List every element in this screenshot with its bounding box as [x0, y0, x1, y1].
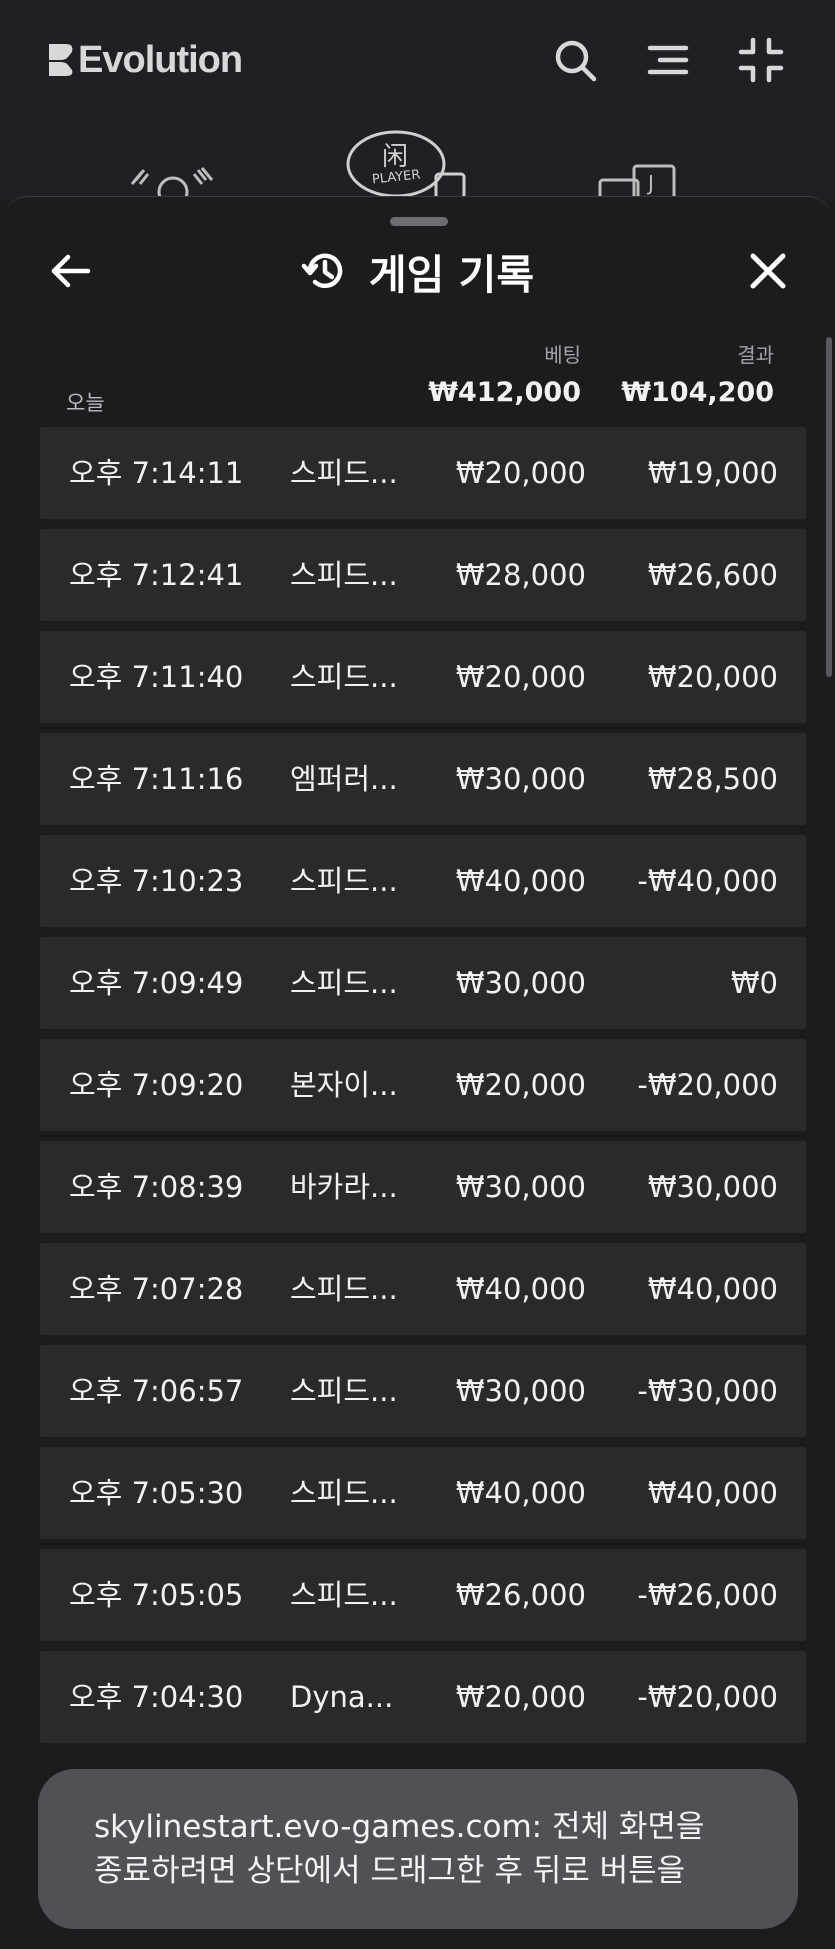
- date-group-label: 오늘: [66, 391, 105, 415]
- row-game: Dyna...: [290, 1680, 394, 1714]
- scrollbar[interactable]: [826, 337, 832, 677]
- row-bet: ₩30,000: [455, 1170, 586, 1204]
- row-time: 오후 7:09:20: [69, 1068, 244, 1102]
- menu-icon[interactable]: [644, 36, 692, 84]
- row-result: ₩30,000: [647, 1170, 778, 1204]
- history-icon: [301, 253, 343, 288]
- row-time: 오후 7:06:57: [69, 1374, 244, 1408]
- row-bet: ₩28,000: [455, 558, 586, 592]
- row-game: 스피드...: [290, 1374, 398, 1408]
- baccarat-player-icon: 闲 PLAYER: [346, 128, 468, 204]
- table-row[interactable]: 오후 7:09:20 본자이... ₩20,000 -₩20,000: [40, 1039, 806, 1131]
- row-game: 스피드...: [290, 1476, 398, 1510]
- table-row[interactable]: 오후 7:09:49 스피드... ₩30,000 ₩0: [40, 937, 806, 1029]
- row-game: 스피드...: [290, 1272, 398, 1306]
- row-result: -₩20,000: [637, 1680, 778, 1714]
- row-bet: ₩20,000: [455, 1680, 586, 1714]
- table-row[interactable]: 오후 7:12:41 스피드... ₩28,000 ₩26,600: [40, 529, 806, 621]
- svg-text:J: J: [646, 171, 654, 195]
- row-result: ₩26,600: [647, 558, 778, 592]
- close-icon[interactable]: [744, 247, 792, 295]
- row-bet: ₩40,000: [455, 864, 586, 898]
- row-time: 오후 7:09:49: [69, 966, 244, 1000]
- row-time: 오후 7:10:23: [69, 864, 244, 898]
- toast-line-1: skylinestart.evo-games.com: 전체 화면을: [94, 1809, 705, 1845]
- row-game: 스피드...: [290, 966, 398, 1000]
- table-row[interactable]: 오후 7:14:11 스피드... ₩20,000 ₩19,000: [40, 427, 806, 519]
- row-bet: ₩30,000: [455, 1374, 586, 1408]
- row-result: ₩40,000: [647, 1272, 778, 1306]
- drag-handle[interactable]: [390, 217, 448, 226]
- row-game: 바카라...: [290, 1170, 398, 1204]
- top-bar: Evolution 闲 PLAYER J: [0, 0, 835, 200]
- table-row[interactable]: 오후 7:11:16 엠퍼러... ₩30,000 ₩28,500: [40, 733, 806, 825]
- row-game: 스피드...: [290, 456, 398, 490]
- row-result: ₩0: [730, 966, 778, 1000]
- row-game: 스피드...: [290, 558, 398, 592]
- exit-fullscreen-icon[interactable]: [737, 36, 785, 84]
- row-result: -₩30,000: [637, 1374, 778, 1408]
- table-row[interactable]: 오후 7:11:40 스피드... ₩20,000 ₩20,000: [40, 631, 806, 723]
- row-result: ₩28,500: [647, 762, 778, 796]
- page-title: 게임 기록: [368, 251, 535, 299]
- row-time: 오후 7:05:30: [69, 1476, 244, 1510]
- fullscreen-toast: skylinestart.evo-games.com: 전체 화면을 종료하려면…: [38, 1769, 798, 1929]
- row-bet: ₩20,000: [455, 456, 586, 490]
- table-row[interactable]: 오후 7:08:39 바카라... ₩30,000 ₩30,000: [40, 1141, 806, 1233]
- brand-name: Evolution: [78, 38, 243, 81]
- sheet-header: 게임 기록: [2, 241, 833, 301]
- row-game: 스피드...: [290, 660, 398, 694]
- row-result: ₩20,000: [647, 660, 778, 694]
- row-time: 오후 7:11:40: [69, 660, 244, 694]
- row-bet: ₩40,000: [455, 1272, 586, 1306]
- row-bet: ₩26,000: [455, 1578, 586, 1612]
- table-row[interactable]: 오후 7:04:30 Dyna... ₩20,000 -₩20,000: [40, 1651, 806, 1743]
- game-history-sheet: 게임 기록 베팅 결과 오늘 ₩412,000 ₩104,200 오후 7:14…: [2, 196, 833, 1949]
- row-game: 엠퍼러...: [290, 762, 398, 796]
- row-result: -₩26,000: [637, 1578, 778, 1612]
- row-bet: ₩20,000: [455, 660, 586, 694]
- player-glyph: 闲: [382, 142, 409, 172]
- row-bet: ₩20,000: [455, 1068, 586, 1102]
- total-bet: ₩412,000: [428, 377, 581, 408]
- column-header-bet: 베팅: [544, 343, 581, 367]
- row-time: 오후 7:11:16: [69, 762, 244, 796]
- row-time: 오후 7:14:11: [69, 456, 244, 490]
- row-time: 오후 7:04:30: [69, 1680, 244, 1714]
- game-category-icon: [130, 167, 214, 200]
- evolution-logo-icon: [49, 44, 73, 76]
- row-result: ₩40,000: [647, 1476, 778, 1510]
- row-game: 스피드...: [290, 864, 398, 898]
- row-bet: ₩40,000: [455, 1476, 586, 1510]
- row-time: 오후 7:05:05: [69, 1578, 244, 1612]
- total-result: ₩104,200: [621, 377, 774, 408]
- cards-icon: J: [598, 164, 676, 200]
- row-result: -₩20,000: [637, 1068, 778, 1102]
- table-row[interactable]: 오후 7:05:30 스피드... ₩40,000 ₩40,000: [40, 1447, 806, 1539]
- row-time: 오후 7:12:41: [69, 558, 244, 592]
- table-row[interactable]: 오후 7:06:57 스피드... ₩30,000 -₩30,000: [40, 1345, 806, 1437]
- row-game: 스피드...: [290, 1578, 398, 1612]
- search-icon[interactable]: [551, 36, 599, 84]
- row-time: 오후 7:08:39: [69, 1170, 244, 1204]
- row-result: -₩40,000: [637, 864, 778, 898]
- row-bet: ₩30,000: [455, 762, 586, 796]
- row-bet: ₩30,000: [455, 966, 586, 1000]
- row-game: 본자이...: [290, 1068, 398, 1102]
- table-row[interactable]: 오후 7:07:28 스피드... ₩40,000 ₩40,000: [40, 1243, 806, 1335]
- row-time: 오후 7:07:28: [69, 1272, 244, 1306]
- column-header-result: 결과: [737, 343, 774, 367]
- row-result: ₩19,000: [647, 456, 778, 490]
- brand-logo: Evolution: [46, 36, 243, 84]
- table-row[interactable]: 오후 7:05:05 스피드... ₩26,000 -₩26,000: [40, 1549, 806, 1641]
- toast-line-2: 종료하려면 상단에서 드래그한 후 뒤로 버튼을: [94, 1853, 686, 1889]
- table-row[interactable]: 오후 7:10:23 스피드... ₩40,000 -₩40,000: [40, 835, 806, 927]
